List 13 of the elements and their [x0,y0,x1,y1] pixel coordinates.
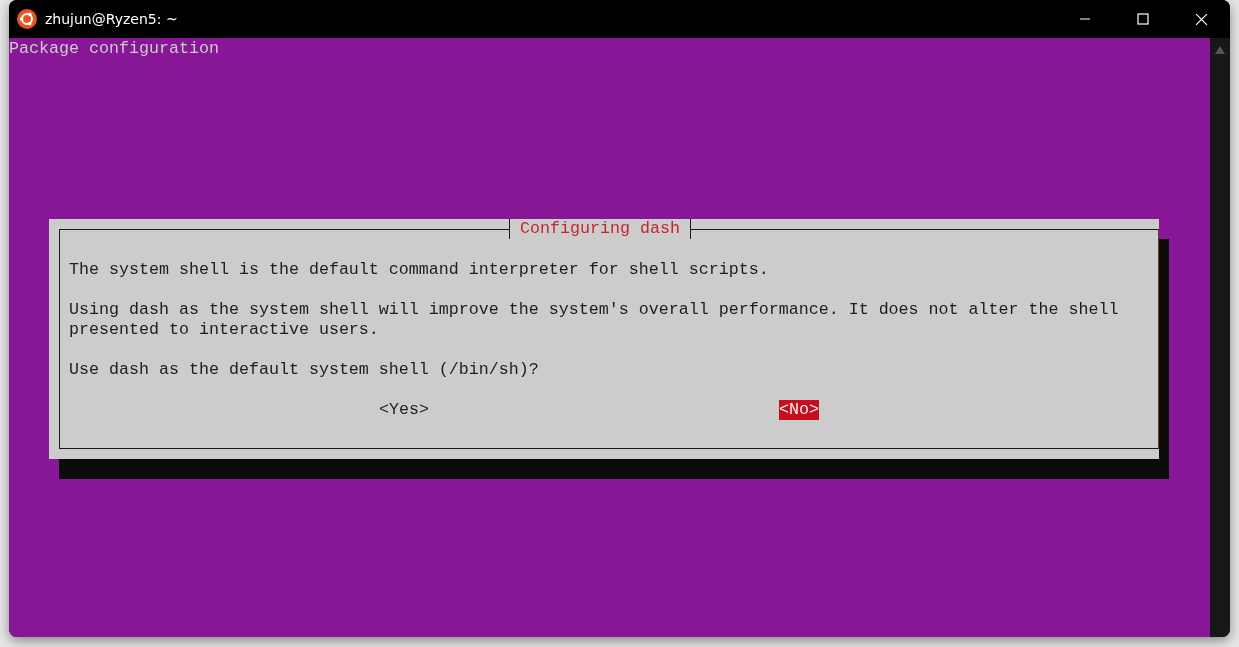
terminal-header: Package configuration [9,39,220,59]
dialog-text: Use dash as the default system shell (/bin/sh)? [69,360,540,380]
dialog-text: The system shell is the default command interpreter for shell scripts. [69,260,770,280]
dialog-title: Configuring dash [509,219,691,239]
dialog-text: Using dash as the system shell will improve the system's overall performance. It does not alter the shell presented to interactive users. [69,300,1120,340]
scroll-up-icon[interactable] [1215,46,1225,54]
close-icon [1194,12,1208,26]
ubuntu-logo-icon [17,9,37,29]
window-title: zhujun@Ryzen5: ~ [45,11,178,27]
scrollbar[interactable] [1210,38,1230,637]
yes-button[interactable]: <Yes> [379,400,429,420]
no-button[interactable]: <No> [779,400,819,420]
maximize-icon [1137,13,1149,25]
